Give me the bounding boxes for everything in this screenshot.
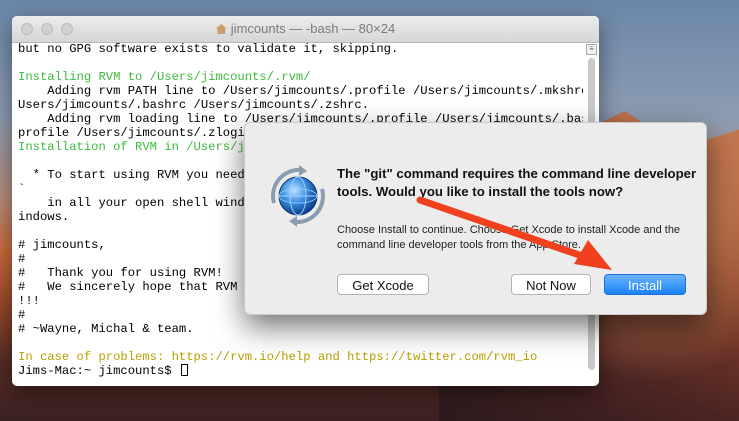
terminal-titlebar[interactable]: jimcounts — -bash — 80×24 xyxy=(12,16,599,43)
terminal-line: In case of problems: https://rvm.io/help… xyxy=(18,350,538,364)
terminal-line: Installing RVM to /Users/jimcounts/.rvm/ xyxy=(18,70,311,84)
terminal-line: # ~Wayne, Michal & team. xyxy=(18,322,194,336)
terminal-title: jimcounts — -bash — 80×24 xyxy=(12,21,599,36)
text-cursor xyxy=(180,364,188,376)
dialog-message: Choose Install to continue. Choose Get X… xyxy=(337,224,681,251)
terminal-line: Users/jimcounts/.bashrc /Users/jimcounts… xyxy=(18,98,370,112)
not-now-button[interactable]: Not Now xyxy=(511,274,591,295)
terminal-prompt-line[interactable]: Jims-Mac:~ jimcounts$ xyxy=(18,364,583,378)
terminal-line: Adding rvm PATH line to /Users/jimcounts… xyxy=(18,84,583,98)
terminal-prompt: Jims-Mac:~ jimcounts$ xyxy=(18,364,179,378)
scroll-options-icon[interactable]: ≡ xyxy=(586,44,597,55)
install-tools-dialog: The "git" command requires the command l… xyxy=(244,122,707,315)
home-folder-icon xyxy=(215,24,227,34)
get-xcode-button[interactable]: Get Xcode xyxy=(337,274,429,295)
dialog-title: The "git" command requires the command l… xyxy=(337,166,697,199)
install-button[interactable]: Install xyxy=(604,274,686,295)
software-update-icon xyxy=(271,165,325,227)
terminal-line: but no GPG software exists to validate i… xyxy=(18,42,399,56)
terminal-title-text: jimcounts — -bash — 80×24 xyxy=(230,21,396,36)
